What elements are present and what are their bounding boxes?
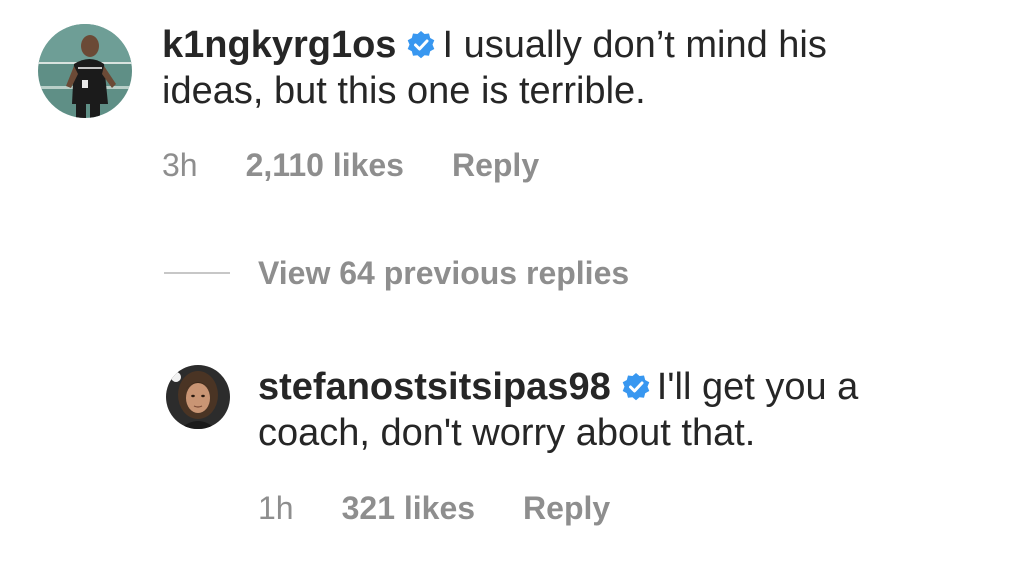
avatar-stefanostsitsipas98[interactable] <box>166 365 230 429</box>
comment-username[interactable]: stefanostsitsipas98 <box>258 366 611 408</box>
avatar-photo <box>166 365 230 429</box>
avatar-k1ngkyrg1os[interactable] <box>38 24 132 118</box>
comment-text-line1: I usually don’t mind his <box>442 24 827 66</box>
comment-timestamp: 1h <box>258 490 294 526</box>
comment-text-line2: ideas, but this one is terrible. <box>162 70 646 112</box>
comment-body: k1ngkyrg1os I usually don’t mind his ideas… <box>162 22 827 114</box>
avatar-photo <box>38 24 132 118</box>
likes-count[interactable]: 2,110 likes <box>246 145 404 185</box>
replies-divider-line <box>164 272 230 274</box>
verified-badge-icon <box>621 372 651 402</box>
reply-button[interactable]: Reply <box>523 488 610 528</box>
likes-count[interactable]: 321 likes <box>342 488 475 528</box>
view-replies-label[interactable]: View 64 previous replies <box>258 255 629 292</box>
comment-timestamp: 3h <box>162 147 198 183</box>
verified-badge-icon <box>406 30 436 60</box>
comment-body: stefanostsitsipas98 I'll get you a coach, … <box>258 364 858 456</box>
comment-text-line2: coach, don't worry about that. <box>258 412 756 454</box>
comment-meta: 1h 321 likes Reply <box>258 488 610 528</box>
reply-button[interactable]: Reply <box>452 145 539 185</box>
comment-text-line1: I'll get you a <box>656 366 859 408</box>
comment-meta: 3h 2,110 likes Reply <box>162 145 539 185</box>
comment-username[interactable]: k1ngkyrg1os <box>162 24 396 66</box>
view-previous-replies[interactable]: View 64 previous replies <box>164 253 629 293</box>
